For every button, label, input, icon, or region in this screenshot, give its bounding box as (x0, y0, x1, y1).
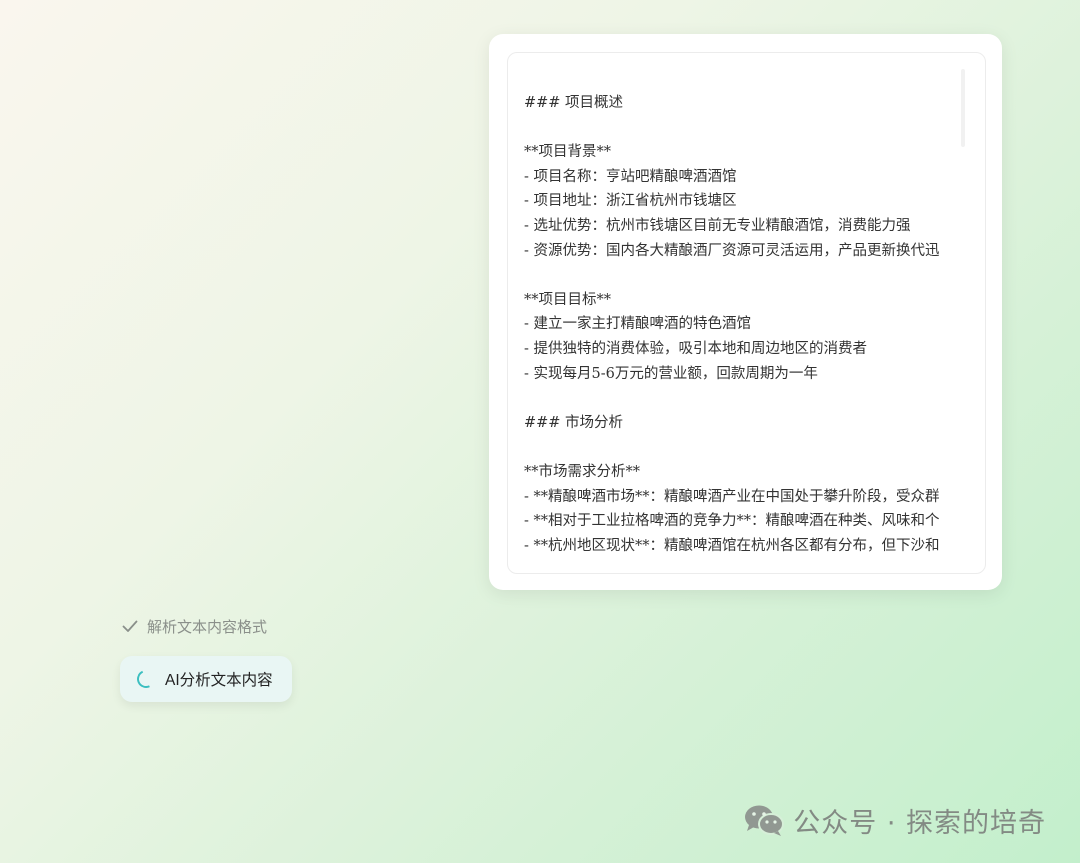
document-line: - 资源优势：国内各大精酿酒厂资源可灵活运用，产品更新换代迅 (524, 242, 940, 259)
document-preview-card: ### 项目概述 **项目背景** - 项目名称：亨站吧精酿啤酒酒馆 - 项目地址：浙… (489, 34, 1002, 590)
document-preview-content[interactable]: ### 项目概述 **项目背景** - 项目名称：亨站吧精酿啤酒酒馆 - 项目地址：浙… (507, 52, 986, 574)
wechat-icon (745, 805, 785, 836)
document-line: **市场需求分析** (524, 463, 640, 480)
document-line: - 选址优势：杭州市钱塘区目前无专业精酿酒馆，消费能力强 (524, 217, 911, 234)
step-parse-format: 解析文本内容格式 (121, 614, 267, 638)
document-line: - **相对于工业拉格啤酒的竞争力**：精酿啤酒在种类、风味和个 (524, 513, 940, 530)
document-line: ### 项目概述 (524, 95, 624, 111)
step-ai-analyze: AI分析文本内容 (120, 656, 292, 702)
document-text: ### 项目概述 **项目背景** - 项目名称：亨站吧精酿啤酒酒馆 - 项目地址：浙… (524, 91, 969, 558)
document-line: - 实现每月5-6万元的营业额，回款周期为一年 (524, 365, 818, 382)
step-parse-format-label: 解析文本内容格式 (147, 617, 268, 636)
watermark: 公众号 · 探索的培奇 (743, 800, 1046, 840)
document-line: **项目背景** (524, 144, 611, 161)
document-line: - 建立一家主打精酿啤酒的特色酒馆 (524, 316, 752, 333)
document-line: - **精酿啤酒市场**：精酿啤酒产业在中国处于攀升阶段，受众群 (524, 488, 940, 505)
document-line: **项目目标** (524, 291, 611, 308)
document-line: ### 市场分析 (524, 414, 624, 431)
document-line: - 提供独特的消费体验，吸引本地和周边地区的消费者 (524, 340, 868, 357)
document-line: - 项目地址：浙江省杭州市钱塘区 (524, 193, 737, 210)
document-line: - **杭州地区现状**：精酿啤酒馆在杭州各区都有分布，但下沙和 (524, 537, 940, 554)
document-line: - 项目名称：亨站吧精酿啤酒酒馆 (524, 168, 737, 185)
watermark-text: 公众号 · 探索的培奇 (793, 807, 1046, 839)
step-ai-analyze-label: AI分析文本内容 (165, 672, 273, 689)
check-icon (122, 620, 138, 632)
loading-spinner-icon (134, 667, 158, 691)
